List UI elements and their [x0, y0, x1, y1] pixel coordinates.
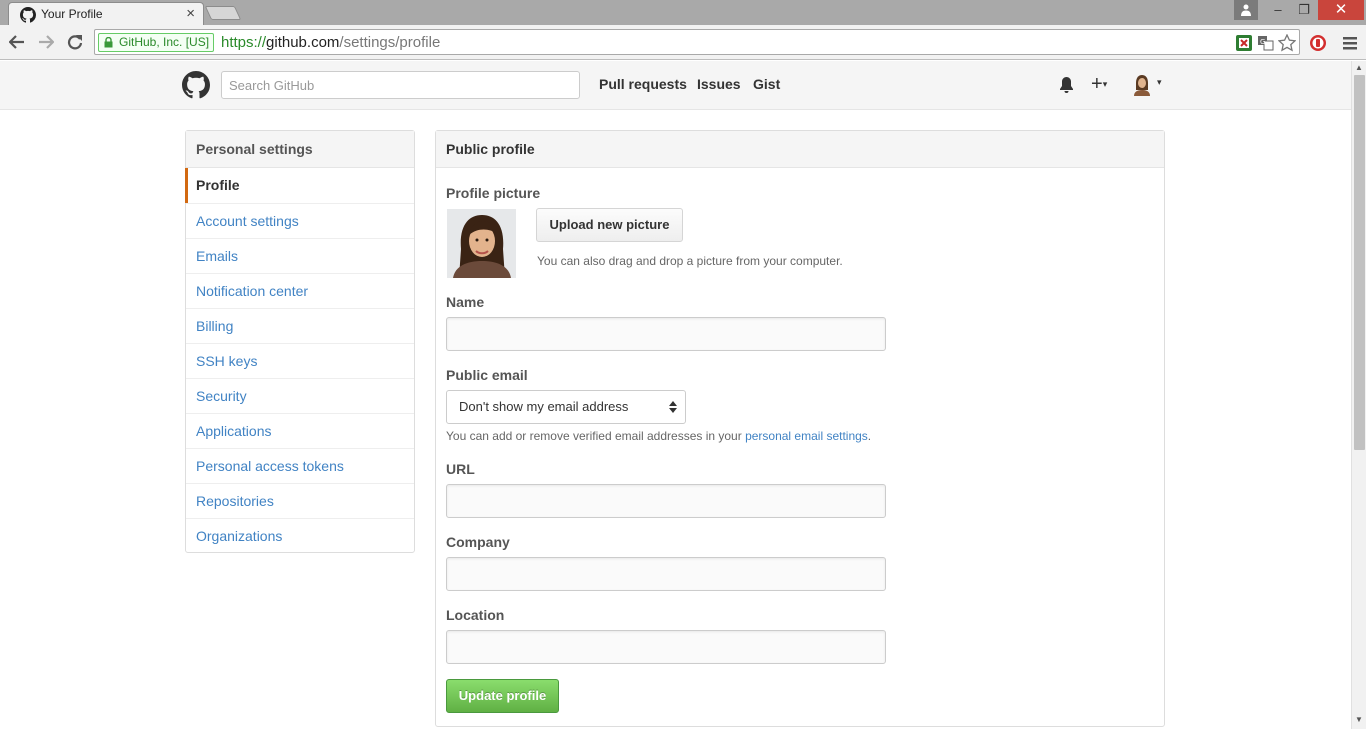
browser-toolbar: GitHub, Inc. [US] https://github.com/set… — [0, 25, 1366, 60]
plus-icon: + — [1091, 73, 1103, 95]
sidebar-item-repositories[interactable]: Repositories — [186, 483, 414, 518]
sidebar-item-account-settings[interactable]: Account settings — [186, 203, 414, 238]
translate-icon[interactable]: G — [1257, 34, 1275, 52]
search-input[interactable] — [221, 71, 580, 99]
notification-bell-icon[interactable] — [1059, 77, 1074, 93]
github-favicon-icon — [20, 7, 36, 23]
email-note-suffix: . — [867, 429, 872, 443]
profile-picture-label: Profile picture — [446, 185, 541, 201]
sidebar-item-notification-center[interactable]: Notification center — [186, 273, 414, 308]
location-field[interactable] — [446, 630, 886, 664]
browser-tab[interactable]: Your Profile × — [8, 2, 204, 25]
ev-badge-label: GitHub, Inc. [US] — [119, 35, 210, 49]
personal-email-settings-link[interactable]: personal email settings — [745, 429, 868, 443]
select-arrows-icon — [669, 401, 677, 413]
public-email-select[interactable]: Don't show my email address — [446, 390, 686, 424]
update-profile-button[interactable]: Update profile — [446, 679, 559, 713]
url-field[interactable] — [446, 484, 886, 518]
sidebar-item-personal-access-tokens[interactable]: Personal access tokens — [186, 448, 414, 483]
sidebar-item-profile[interactable]: Profile — [185, 168, 414, 203]
sidebar-item-applications[interactable]: Applications — [186, 413, 414, 448]
lock-icon — [104, 37, 113, 48]
url-host: github.com — [266, 34, 340, 51]
sidebar-item-ssh-keys[interactable]: SSH keys — [186, 343, 414, 378]
adblock-shield-icon[interactable] — [1235, 34, 1253, 52]
name-label: Name — [446, 294, 485, 310]
tab-close-icon[interactable]: × — [186, 5, 195, 23]
page-scrollbar[interactable]: ▲ ▼ — [1351, 61, 1366, 729]
chrome-user-icon[interactable] — [1234, 0, 1258, 20]
company-field[interactable] — [446, 557, 886, 591]
url-path: /settings/profile — [339, 34, 441, 51]
upload-new-picture-button[interactable]: Upload new picture — [536, 208, 683, 242]
svg-text:G: G — [1260, 38, 1265, 46]
nav-pull-requests[interactable]: Pull requests — [599, 76, 687, 92]
email-note-text: You can add or remove verified email add… — [446, 429, 746, 443]
upload-note: You can also drag and drop a picture fro… — [537, 254, 843, 268]
scroll-down-icon[interactable]: ▼ — [1355, 715, 1363, 724]
window-close-button[interactable]: ✕ — [1318, 0, 1364, 20]
profile-picture — [447, 209, 516, 278]
sidebar-item-billing[interactable]: Billing — [186, 308, 414, 343]
scroll-up-icon[interactable]: ▲ — [1355, 63, 1363, 72]
tab-title: Your Profile — [41, 7, 103, 21]
url-label: URL — [446, 461, 475, 477]
public-profile-panel: Public profile Profile picture Upload ne… — [435, 130, 1165, 727]
sidebar-item-emails[interactable]: Emails — [186, 238, 414, 273]
window-minimize-button[interactable]: – — [1266, 0, 1290, 20]
page-title: Public profile — [436, 131, 1164, 168]
company-label: Company — [446, 534, 510, 550]
sidebar-item-organizations[interactable]: Organizations — [186, 518, 414, 553]
nav-issues[interactable]: Issues — [697, 76, 741, 92]
github-header: Pull requests Issues Gist +▾ ▾ — [0, 61, 1351, 110]
user-menu[interactable]: ▾ — [1132, 74, 1168, 96]
sidebar-item-security[interactable]: Security — [186, 378, 414, 413]
settings-sidebar: Personal settings Profile Account settin… — [185, 130, 415, 553]
reload-icon[interactable] — [63, 30, 87, 54]
address-bar[interactable]: GitHub, Inc. [US] https://github.com/set… — [94, 29, 1300, 55]
url-scheme: https:// — [221, 34, 267, 51]
avatar — [1132, 74, 1152, 96]
chevron-down-icon: ▾ — [1102, 79, 1108, 90]
chrome-menu-icon[interactable] — [1341, 34, 1359, 52]
sidebar-title: Personal settings — [186, 131, 414, 168]
ev-certificate-badge[interactable]: GitHub, Inc. [US] — [98, 33, 215, 52]
create-new-menu[interactable]: +▾ — [1091, 73, 1107, 96]
url-text: https://github.com/settings/profile — [221, 34, 440, 51]
scrollbar-thumb[interactable] — [1354, 75, 1365, 450]
chevron-down-icon: ▾ — [1157, 77, 1162, 87]
back-arrow-icon[interactable] — [5, 30, 29, 54]
forward-arrow-icon[interactable] — [34, 30, 58, 54]
nav-gist[interactable]: Gist — [753, 76, 780, 92]
name-field[interactable] — [446, 317, 886, 351]
star-bookmark-icon[interactable] — [1278, 34, 1296, 52]
email-note: You can add or remove verified email add… — [446, 429, 871, 443]
window-restore-button[interactable]: ❐ — [1292, 0, 1316, 20]
github-logo-icon[interactable] — [182, 71, 210, 99]
public-email-selected: Don't show my email address — [459, 399, 629, 414]
public-email-label: Public email — [446, 367, 528, 383]
location-label: Location — [446, 607, 505, 623]
adblock-extension-icon[interactable] — [1309, 34, 1327, 52]
browser-tab-strip: Your Profile × – ❐ ✕ — [0, 0, 1366, 25]
new-tab-button[interactable] — [204, 6, 242, 20]
